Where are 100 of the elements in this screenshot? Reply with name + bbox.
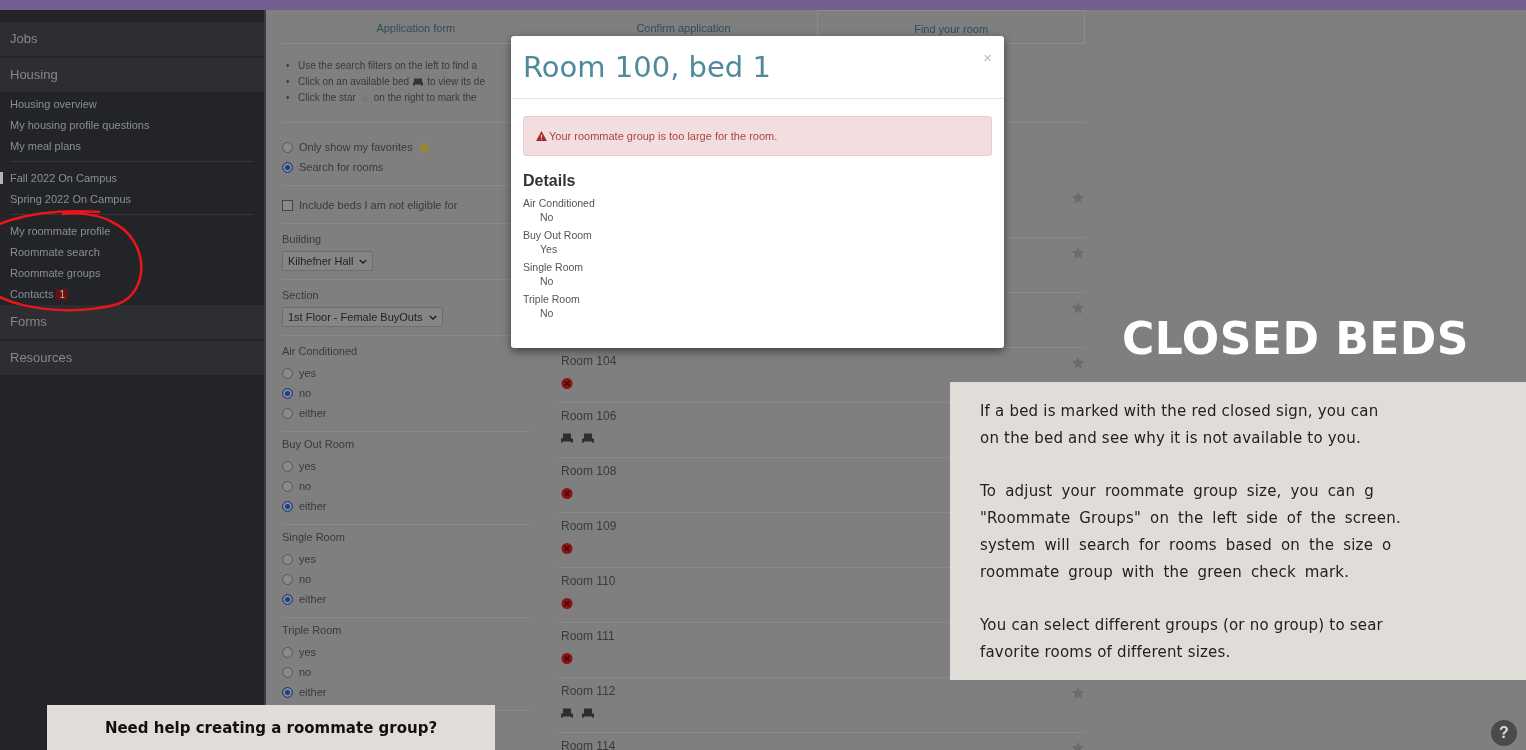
instruction-text: to view its de [427,75,485,89]
detail-value: No [539,306,555,321]
room-name: Room 104 [561,354,617,368]
radio-label: yes [299,646,317,658]
checkbox[interactable] [282,199,293,211]
bullet: • [286,75,291,89]
sidebar-item[interactable]: Contacts [0,288,54,300]
room-name: Room 108 [561,464,617,478]
detail-value: Yes [539,242,559,257]
bed-icon[interactable] [561,433,573,444]
radio-label: yes [299,367,317,379]
radio-button[interactable] [282,387,293,399]
radio-button[interactable] [282,666,293,678]
sidebar-section-header[interactable]: Housing [0,58,264,92]
detail-label: Air Conditioned [523,196,596,210]
sidebar-item[interactable]: Spring 2022 On Campus [0,193,132,205]
closed-sign-icon[interactable] [561,488,573,499]
room-name: Room 114 [561,739,616,750]
bed-icon[interactable] [582,433,594,444]
room-name: Room 109 [561,519,617,533]
instruction-text: Click on an available bed [298,75,410,89]
detail-label: Single Room [523,260,585,274]
filter-label: Buy Out Room [282,438,356,450]
bullet: • [286,91,291,105]
radio-label: either [299,407,327,419]
sidebar-item[interactable]: My roommate profile [0,225,111,237]
closed-sign-icon[interactable] [561,598,573,609]
alert-text: Your roommate group is too large for the room. [549,130,778,142]
dropdown[interactable]: Kilhefner Hall [282,251,374,271]
radio-button[interactable] [282,500,293,512]
sidebar-item[interactable]: My meal plans [0,140,81,152]
room-name: Room 106 [561,409,617,423]
detail-value: No [539,274,555,289]
closed-sign-icon[interactable] [561,543,573,554]
sidebar-section-header[interactable]: Resources [0,341,264,375]
radio-label: Only show my favorites [299,141,413,153]
caret-icon [359,258,368,264]
closed-sign-icon[interactable] [561,378,573,389]
detail-label: Buy Out Room [523,228,593,242]
closed-sign-icon[interactable] [561,653,573,664]
radio-button[interactable] [282,460,293,472]
tutorial-text: on the bed and see why it is not available to you. [980,428,1362,449]
radio-button[interactable] [282,646,293,658]
instruction-text: Use the search filters on the left to find a [298,59,477,73]
radio-button[interactable] [282,553,293,565]
dropdown[interactable]: 1st Floor - Female BuyOuts [282,307,443,327]
radio-button[interactable] [282,593,293,605]
filter-label: Air Conditioned [282,345,359,357]
radio-label: no [299,480,312,492]
radio-button[interactable] [282,407,293,419]
radio-button[interactable] [282,480,293,492]
radio-label: either [299,593,327,605]
warning-icon [536,131,547,141]
room-name: Room 112 [561,684,616,698]
sidebar-section-header[interactable]: Jobs [0,22,264,56]
radio-button[interactable] [282,141,293,153]
tutorial-text: roommate group with the green check mark. [980,562,1351,583]
count-badge: 1 [56,288,68,300]
room-name: Room 111 [561,629,615,643]
radio-label: no [299,387,312,399]
sidebar-item[interactable]: My housing profile questions [0,119,150,131]
bullet: • [286,59,291,73]
tutorial-text: To adjust your roommate group size, you can g [980,481,1375,502]
caret-icon [428,314,437,320]
instruction-text: Click the star [298,91,356,105]
dialog-title: Room 100, bed 1 [523,50,771,84]
star-icon [418,141,430,153]
radio-button[interactable] [282,573,293,585]
radio-button[interactable] [282,161,293,173]
sidebar-item[interactable]: Fall 2022 On Campus [0,172,117,184]
bed-icon [413,77,424,87]
bed-icon[interactable] [561,708,573,719]
sidebar-item[interactable]: Roommate groups [0,267,101,279]
tutorial-text: You can select different groups (or no group) to sear [980,615,1384,636]
help-banner[interactable]: Need help creating a roommate group? [47,705,495,750]
help-button[interactable]: ? [1491,720,1517,746]
radio-label: Search for rooms [299,161,384,173]
radio-label: no [299,666,312,678]
filter-label: Triple Room [282,624,343,636]
sidebar-item[interactable]: Roommate search [0,246,100,258]
radio-label: either [299,686,327,698]
detail-value: No [539,210,555,225]
tutorial-text: favorite rooms of different sizes. [980,642,1232,663]
radio-label: either [299,500,327,512]
details-heading: Details [523,172,577,190]
filter-label: Single Room [282,531,346,543]
radio-button[interactable] [282,367,293,379]
sidebar-item[interactable]: Housing overview [0,98,97,110]
help-banner-text: Need help creating a roommate group? [104,718,438,737]
radio-label: no [299,573,312,585]
instruction-text: on the right to mark the [373,91,477,105]
radio-button[interactable] [282,686,293,698]
sidebar-section-header[interactable]: Forms [0,305,264,339]
tutorial-heading: CLOSED BEDS [1122,313,1470,364]
room-name: Room 110 [561,574,616,588]
tutorial-text: If a bed is marked with the red closed sign, you can [980,401,1380,422]
bed-icon[interactable] [582,708,594,719]
radio-label: yes [299,460,317,472]
tutorial-text: "Roommate Groups" on the left side of the screen. [980,508,1402,529]
radio-label: yes [299,553,317,565]
